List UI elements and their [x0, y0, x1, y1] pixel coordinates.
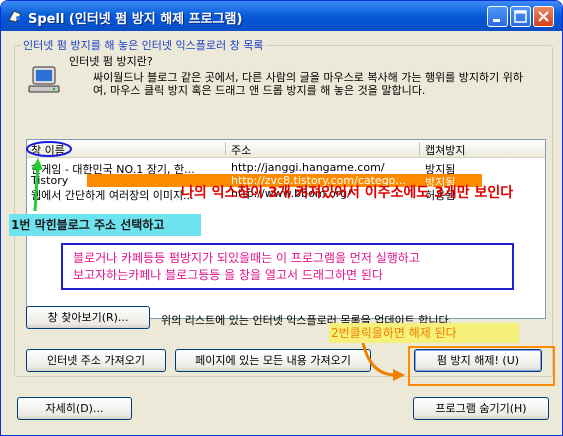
annotation-step-1: 1번 막힌블로그 주소 선택하고: [9, 214, 201, 236]
annotation-line-1: 블로거나 카페등등 펌방지가 되있을때는 이 프로그램을 먼저 실행하고: [73, 251, 420, 265]
annotation-red-note: 나의 익스창이 3개 켜져있어서 이주소에도 3개만 보인다: [181, 185, 514, 201]
annotation-line-2: 보고자하는카페나 블로그등등 을 창을 열고서 드래그하면 된다: [73, 268, 383, 282]
selection-circle: [26, 141, 72, 157]
spell-window: Spell (인터넷 펌 방지 해제 프로그램) 인터넷 펌 방지를 해 놓은 …: [0, 0, 563, 436]
annotation-step-2: 2번클릭을하면 해제 된다: [329, 323, 519, 343]
green-arrowhead: [32, 158, 43, 170]
annotation-instruction-box: 블로거나 카페등등 펌방지가 되있을때는 이 프로그램을 먼저 실행하고 보고자…: [61, 243, 514, 290]
annotation-orange-highlight: [408, 346, 555, 386]
green-arrow-icon: [33, 162, 40, 212]
orange-arrowhead: [393, 369, 405, 381]
